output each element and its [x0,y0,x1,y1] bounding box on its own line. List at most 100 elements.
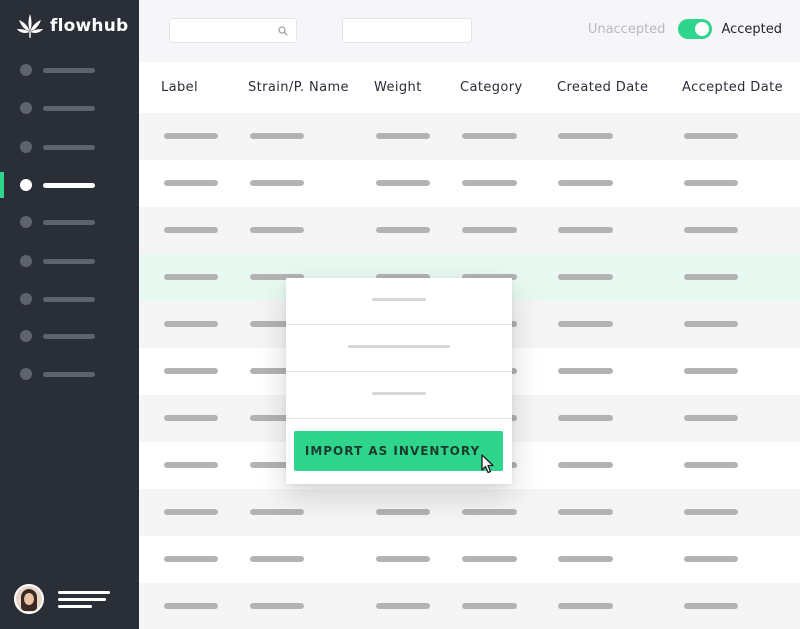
cell-placeholder [164,556,218,562]
table-row[interactable] [139,113,800,160]
nav-dot-icon [20,330,32,342]
cell-placeholder [164,180,218,186]
sidebar-item-3[interactable] [0,134,139,160]
cell-placeholder [558,415,613,421]
cell-placeholder [164,415,218,421]
column-header-weight[interactable]: Weight [374,80,422,95]
nav-label-placeholder [43,333,95,339]
column-header-created-date[interactable]: Created Date [557,80,648,95]
cell-placeholder [684,180,738,186]
toggle-knob [695,22,710,36]
sidebar-item-5[interactable] [0,209,139,235]
mouse-cursor-icon [481,454,494,474]
cell-placeholder [164,321,218,327]
nav-label-placeholder [43,258,95,264]
cell-placeholder [684,509,738,515]
nav-label-placeholder [43,144,95,150]
accepted-label[interactable]: Accepted [721,22,782,37]
table-row[interactable] [139,489,800,536]
cell-placeholder [164,509,218,515]
cell-placeholder [558,227,613,233]
cell-placeholder [376,603,430,609]
avatar[interactable] [14,584,44,614]
cell-placeholder [558,368,613,374]
cell-placeholder [376,227,430,233]
cell-placeholder [558,274,613,280]
nav-label-placeholder [43,219,95,225]
cell-placeholder [558,133,613,139]
sidebar-item-1[interactable] [0,57,139,83]
column-header-strain[interactable]: Strain/P. Name [248,80,349,95]
unaccepted-label[interactable]: Unaccepted [588,22,666,37]
popup-option-1[interactable] [286,278,512,325]
column-header-category[interactable]: Category [460,80,523,95]
import-as-inventory-button[interactable]: IMPORT AS INVENTORY [294,431,503,471]
sidebar-item-9[interactable] [0,361,139,387]
cell-placeholder [462,227,517,233]
cell-placeholder [164,603,218,609]
cell-placeholder [462,180,517,186]
cell-placeholder [250,556,304,562]
cell-placeholder [462,556,517,562]
popup-option-2[interactable] [286,325,512,372]
sidebar-item-7[interactable] [0,286,139,312]
table-header: Label Strain/P. Name Weight Category Cre… [139,62,800,113]
nav-label-placeholder [43,105,95,111]
table-row[interactable] [139,207,800,254]
cell-placeholder [250,133,304,139]
cell-placeholder [164,462,218,468]
cell-placeholder [164,274,218,280]
brand-name: flowhub [50,16,129,36]
cell-placeholder [684,462,738,468]
cell-placeholder [558,180,613,186]
popup-option-3[interactable] [286,372,512,419]
cell-placeholder [558,462,613,468]
table-row[interactable] [139,583,800,629]
option-label-placeholder [372,392,426,395]
sidebar-item-4-active[interactable] [0,172,139,198]
cell-placeholder [558,509,613,515]
cell-placeholder [462,509,517,515]
option-label-placeholder [372,298,426,301]
nav-dot-icon [20,179,32,191]
cell-placeholder [462,603,517,609]
user-name-placeholder [58,587,110,612]
cell-placeholder [164,227,218,233]
nav-label-placeholder [43,296,95,302]
top-bar: Unaccepted Accepted [139,0,800,62]
column-header-accepted-date[interactable]: Accepted Date [682,80,783,95]
cell-placeholder [684,556,738,562]
import-popup: IMPORT AS INVENTORY [286,278,512,484]
accepted-toggle-switch[interactable] [678,19,713,39]
cell-placeholder [684,133,738,139]
search-input[interactable] [169,18,297,43]
cannabis-leaf-icon [17,14,43,38]
cell-placeholder [684,227,738,233]
cell-placeholder [684,415,738,421]
cell-placeholder [376,133,430,139]
nav-dot-icon [20,216,32,228]
nav-label-placeholder [43,371,95,377]
cell-placeholder [684,274,738,280]
sidebar: flowhub [0,0,139,629]
cell-placeholder [164,133,218,139]
cell-placeholder [376,180,430,186]
cell-placeholder [164,368,218,374]
nav-dot-icon [20,141,32,153]
cell-placeholder [250,603,304,609]
table-row[interactable] [139,160,800,207]
cell-placeholder [684,321,738,327]
sidebar-item-8[interactable] [0,323,139,349]
nav-dot-icon [20,368,32,380]
cell-placeholder [462,133,517,139]
cell-placeholder [250,180,304,186]
table-row[interactable] [139,536,800,583]
column-header-label[interactable]: Label [161,80,198,95]
sidebar-item-2[interactable] [0,95,139,121]
logo[interactable]: flowhub [16,12,128,40]
nav-dot-icon [20,64,32,76]
user-profile[interactable] [14,584,110,614]
sidebar-item-6[interactable] [0,248,139,274]
filter-input[interactable] [342,18,472,43]
nav-label-placeholder [43,67,95,73]
